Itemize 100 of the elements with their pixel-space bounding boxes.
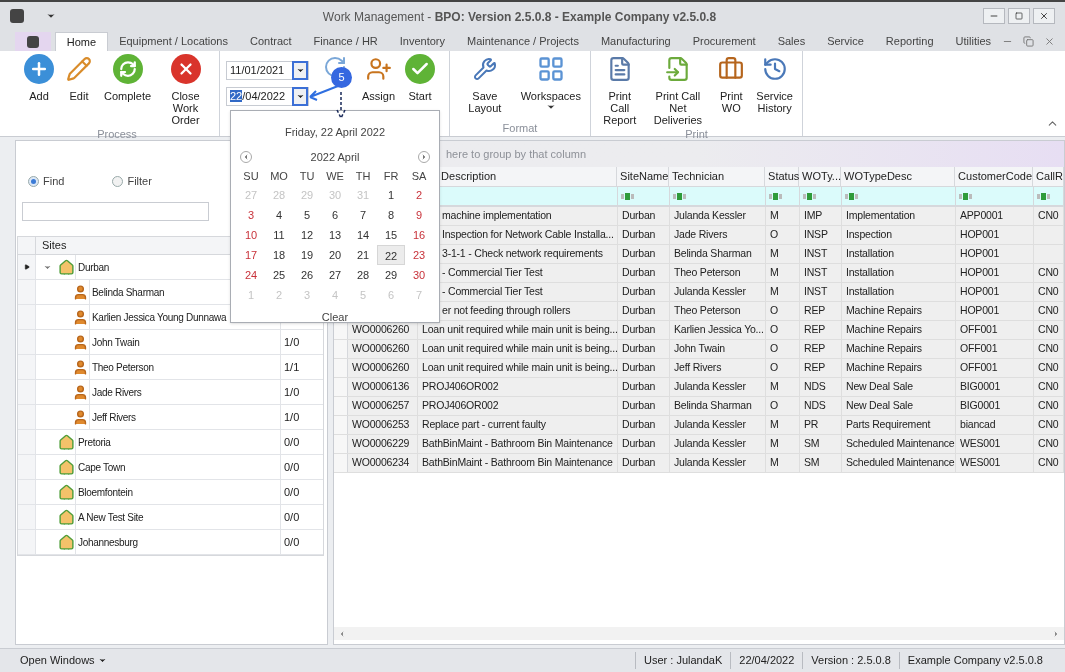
- tree-row[interactable]: Johannesburg 0/0: [18, 530, 323, 555]
- count-cell: 0/0: [280, 505, 323, 529]
- ribbon-tab[interactable]: Procurement: [681, 32, 767, 51]
- call-reference-cell: CN0: [1038, 379, 1059, 395]
- ribbon-button[interactable]: Complete: [99, 51, 157, 126]
- ribbon-button[interactable]: Service History: [751, 51, 798, 126]
- open-windows-button[interactable]: Open Windows: [20, 652, 107, 669]
- technician-name[interactable]: Theo Peterson: [89, 355, 280, 379]
- calendar-day[interactable]: 30: [405, 265, 433, 285]
- ribbon-tab[interactable]: Service: [816, 32, 875, 51]
- calendar-day[interactable]: 29: [377, 265, 405, 285]
- table-row[interactable]: WO0006234 BathBinMaint - Bathroom Bin Maintenance Durban Julanda Kessler M SM Scheduled Maintenance WES001 CN0: [334, 454, 1064, 473]
- calendar-day[interactable]: 21: [349, 245, 377, 265]
- calendar-day[interactable]: 14: [349, 225, 377, 245]
- table-row[interactable]: WO0006253 Replace part - current faulty Durban Julanda Kessler M PR Parts Requirement biancad CN0: [334, 416, 1064, 435]
- column-header[interactable]: Description: [441, 168, 497, 185]
- calendar-day[interactable]: 15: [377, 225, 405, 245]
- calendar-day[interactable]: 1: [377, 185, 405, 205]
- calendar-day[interactable]: 16: [405, 225, 433, 245]
- table-row[interactable]: WO0006136 PROJ406OR002 Durban Julanda Kessler M NDS New Deal Sale BIG0001 CN0: [334, 378, 1064, 397]
- ribbon-button[interactable]: Workspaces: [515, 51, 586, 120]
- tree-row[interactable]: Jade Rivers 1/0: [18, 380, 323, 405]
- ribbon-tab[interactable]: Equipment / Locations: [108, 32, 239, 51]
- work-order-number: WO0006260: [352, 360, 410, 376]
- tree-row[interactable]: Cape Town 0/0: [18, 455, 323, 480]
- call-reference-cell: CN0: [1038, 265, 1059, 281]
- site-name[interactable]: Cape Town: [75, 455, 280, 479]
- ribbon-tab[interactable]: Utilities: [944, 32, 1002, 51]
- status-item: User : JulandaK: [635, 652, 731, 669]
- ribbon-tab[interactable]: Maintenance / Projects: [456, 32, 590, 51]
- calendar-day[interactable]: 2: [405, 185, 433, 205]
- technician-name[interactable]: John Twain: [89, 330, 280, 354]
- site-name[interactable]: Pretoria: [75, 430, 280, 454]
- ribbon-button[interactable]: Edit: [59, 51, 99, 126]
- tree-row[interactable]: Bloemfontein 0/0: [18, 480, 323, 505]
- table-row[interactable]: WO0006260 Loan unit required while main unit is being... Durban John Twain O REP Machine Repairs OFF001 CN0: [334, 340, 1064, 359]
- site-name[interactable]: Bloemfontein: [75, 480, 280, 504]
- ribbon-button[interactable]: Print Call Report: [595, 51, 645, 126]
- ribbon-tab[interactable]: Finance / HR: [302, 32, 389, 51]
- calendar-day[interactable]: 9: [405, 205, 433, 225]
- customer-code-cell: WES001: [960, 455, 1001, 471]
- calendar-day[interactable]: 8: [377, 205, 405, 225]
- ribbon-button[interactable]: Close Work Order: [156, 51, 215, 126]
- ribbon-tab[interactable]: Reporting: [874, 32, 945, 51]
- type-description-cell: Parts Requirement: [846, 417, 931, 433]
- type-description-cell: Machine Repairs: [846, 341, 922, 357]
- ribbon-button[interactable]: Add: [19, 51, 59, 126]
- calendar-day[interactable]: 11: [265, 225, 293, 245]
- calendar-day[interactable]: 3: [237, 205, 265, 225]
- tree-row[interactable]: Theo Peterson 1/1: [18, 355, 323, 380]
- calendar-day[interactable]: 22: [377, 245, 405, 265]
- table-row[interactable]: WO0006257 PROJ406OR002 Durban Belinda Sharman O NDS New Deal Sale BIG0001 CN0: [334, 397, 1064, 416]
- group-hint: here to group by that column: [446, 146, 587, 162]
- tree-row[interactable]: Pretoria 0/0: [18, 430, 323, 455]
- calendar-day[interactable]: 23: [405, 245, 433, 265]
- column-header[interactable]: WOTypeDesc: [844, 168, 912, 185]
- column-header[interactable]: Technician: [672, 168, 725, 185]
- site-name[interactable]: Johannesburg: [75, 530, 280, 554]
- date-field[interactable]: 11/01/2021: [226, 61, 309, 80]
- calendar-day[interactable]: 10: [237, 225, 265, 245]
- customer-code-cell: WES001: [960, 436, 1001, 452]
- column-header[interactable]: WOTy...: [802, 168, 841, 185]
- technician-cell: Jade Rivers: [674, 227, 728, 243]
- tree-row[interactable]: John Twain 1/0: [18, 330, 323, 355]
- ribbon-button[interactable]: Assign: [357, 51, 401, 120]
- ribbon-button[interactable]: Save Layout: [454, 51, 516, 120]
- calendar-day[interactable]: 12: [293, 225, 321, 245]
- type-cell: INST: [804, 246, 828, 262]
- calendar-day[interactable]: 28: [349, 265, 377, 285]
- status-cell: O: [770, 341, 778, 357]
- group-label: Print: [685, 126, 708, 142]
- column-header[interactable]: Status: [768, 168, 800, 185]
- ribbon-button[interactable]: Print WO: [711, 51, 752, 126]
- ribbon-button[interactable]: Print Call Net Deliveries: [644, 51, 712, 126]
- type-description-cell: Installation: [846, 265, 894, 281]
- column-header[interactable]: Sites: [36, 237, 67, 254]
- column-header[interactable]: SiteName: [620, 168, 669, 185]
- technician-cell: Jeff Rivers: [674, 360, 722, 376]
- ribbon-tab[interactable]: Manufacturing: [589, 32, 682, 51]
- ribbon-tab[interactable]: Contract: [239, 32, 303, 51]
- tree-row[interactable]: Jeff Rivers 1/0: [18, 405, 323, 430]
- table-row[interactable]: WO0006260 Loan unit required while main unit is being... Durban Karlien Jessica Yo... O REP Machine Repairs OFF001 CN0: [334, 321, 1064, 340]
- column-header[interactable]: CustomerCode: [958, 168, 1033, 185]
- technician-name[interactable]: Jeff Rivers: [89, 405, 280, 429]
- calendar-day[interactable]: 5: [293, 205, 321, 225]
- calendar-day[interactable]: 4: [265, 205, 293, 225]
- calendar-day[interactable]: 7: [349, 205, 377, 225]
- ribbon-tab[interactable]: Sales: [766, 32, 817, 51]
- site-name[interactable]: A New Test Site: [75, 505, 280, 529]
- column-header[interactable]: CallR: [1036, 168, 1063, 185]
- ribbon-tab[interactable]: Inventory: [388, 32, 457, 51]
- ribbon-tab[interactable]: Home: [54, 32, 109, 51]
- tree-row[interactable]: A New Test Site 0/0: [18, 505, 323, 530]
- table-row[interactable]: WO0006229 BathBinMaint - Bathroom Bin Maintenance Durban Julanda Kessler M SM Scheduled Maintenance WES001 CN0: [334, 435, 1064, 454]
- table-row[interactable]: WO0006260 Loan unit required while main unit is being... Durban Jeff Rivers O REP Machine Repairs OFF001 CN0: [334, 359, 1064, 378]
- radio-option[interactable]: Filter: [112, 173, 152, 190]
- technician-cell: Theo Peterson: [674, 265, 741, 281]
- radio-option[interactable]: Find: [28, 173, 65, 190]
- count-cell: 0/0: [280, 430, 323, 454]
- technician-name[interactable]: Jade Rivers: [89, 380, 280, 404]
